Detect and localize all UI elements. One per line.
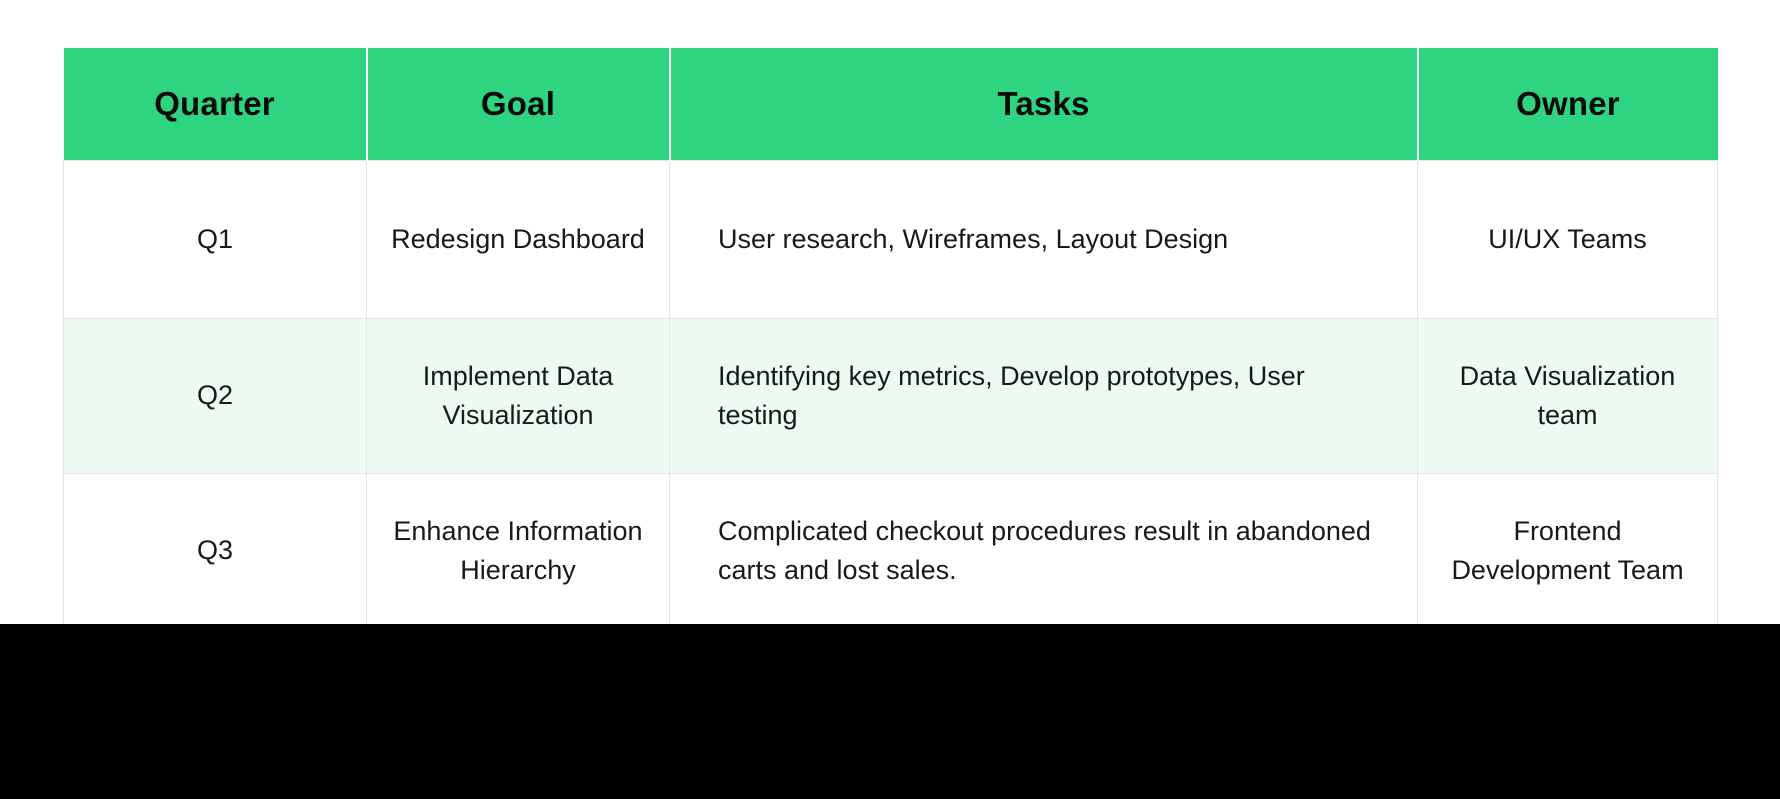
page-root: Quarter Goal Tasks Owner Q1 Redesign Das… <box>0 0 1780 799</box>
cell-tasks: User research, Wireframes, Layout Design <box>669 159 1418 319</box>
cell-tasks: Complicated checkout procedures result i… <box>669 472 1418 629</box>
column-header-owner: Owner <box>1417 48 1718 160</box>
column-header-quarter: Quarter <box>63 48 368 160</box>
table-row: Q2 Implement Data Visualization Identify… <box>63 317 1718 474</box>
column-header-goal: Goal <box>366 48 671 160</box>
cell-goal: Implement Data Visualization <box>366 317 670 474</box>
cell-owner: UI/UX Teams <box>1417 159 1718 319</box>
table-row: Q1 Redesign Dashboard User research, Wir… <box>63 159 1718 319</box>
roadmap-table-container: Quarter Goal Tasks Owner Q1 Redesign Das… <box>63 48 1718 629</box>
table-header: Quarter Goal Tasks Owner <box>63 48 1718 160</box>
cell-tasks: Identifying key metrics, Develop prototy… <box>669 317 1418 474</box>
cell-owner: Frontend Development Team <box>1417 472 1718 629</box>
cell-quarter: Q2 <box>63 317 367 474</box>
cell-owner: Data Visualization team <box>1417 317 1718 474</box>
roadmap-table: Quarter Goal Tasks Owner Q1 Redesign Das… <box>63 48 1718 629</box>
cell-goal: Redesign Dashboard <box>366 159 670 319</box>
bottom-black-band <box>0 624 1780 799</box>
table-row: Q3 Enhance Information Hierarchy Complic… <box>63 472 1718 629</box>
cell-quarter: Q3 <box>63 472 367 629</box>
cell-quarter: Q1 <box>63 159 367 319</box>
table-body: Q1 Redesign Dashboard User research, Wir… <box>63 159 1718 629</box>
header-row: Quarter Goal Tasks Owner <box>63 48 1718 160</box>
column-header-tasks: Tasks <box>669 48 1419 160</box>
cell-goal: Enhance Information Hierarchy <box>366 472 670 629</box>
